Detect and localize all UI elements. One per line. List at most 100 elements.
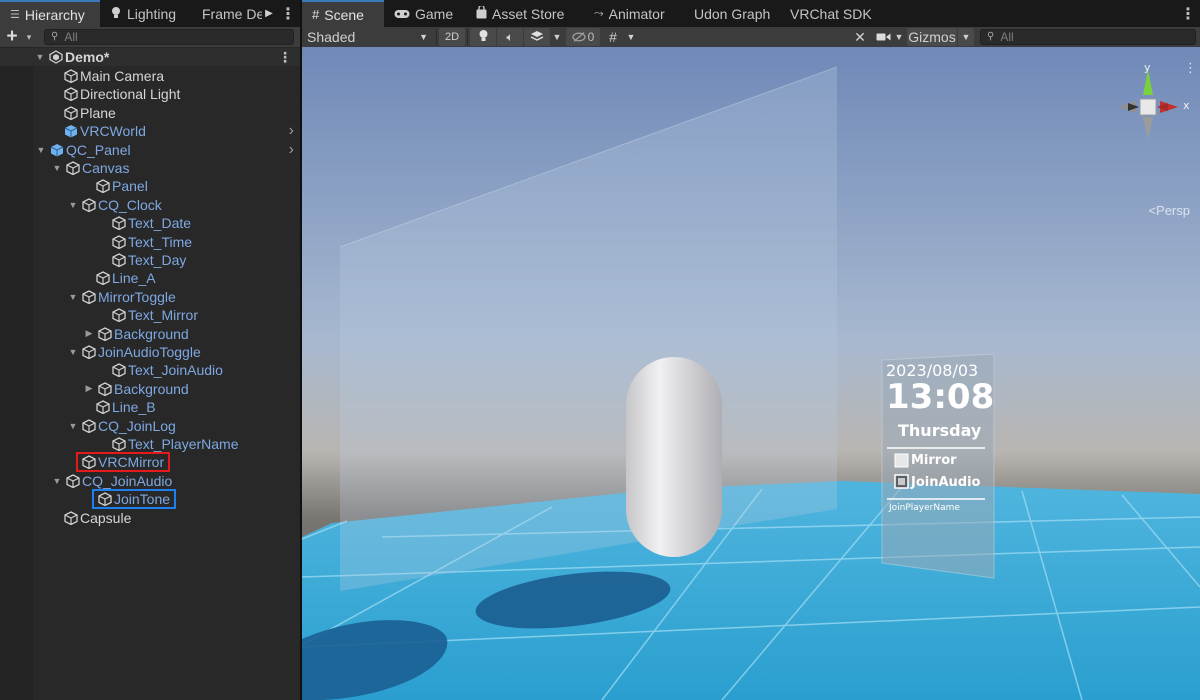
tab-lighting[interactable]: Lighting: [100, 0, 192, 27]
hierarchy-item-content: Canvas: [64, 160, 129, 176]
camera-settings-button[interactable]: [873, 28, 893, 46]
tab-scroll-right-icon[interactable]: ▶: [262, 0, 276, 27]
collapsed-arrow-icon[interactable]: ▶: [82, 328, 96, 339]
expand-arrow-icon[interactable]: ▼: [66, 200, 80, 210]
expand-arrow-icon[interactable]: ▼: [66, 421, 80, 431]
hierarchy-item-content: QC_Panel: [48, 142, 131, 158]
hierarchy-item-content: Text_Mirror: [110, 307, 198, 323]
hierarchy-item-label: Panel: [112, 178, 148, 195]
hierarchy-item-label: JoinTone: [114, 491, 171, 508]
toggle-2d-button[interactable]: 2D: [439, 28, 465, 46]
scene-search-input[interactable]: [1000, 30, 1195, 44]
hierarchy-item-text-day[interactable]: Text_Day: [0, 251, 300, 269]
camera-icon: [876, 30, 891, 45]
hierarchy-item-text-mirror[interactable]: Text_Mirror: [0, 306, 300, 324]
expand-arrow-icon[interactable]: ▼: [34, 145, 48, 155]
gameobject-cube-icon: [94, 270, 112, 286]
scene-effects-toggle[interactable]: [524, 28, 550, 46]
add-object-button[interactable]: +: [2, 27, 22, 46]
hierarchy-item-main-camera[interactable]: Main Camera: [0, 67, 300, 85]
scene-lighting-toggle[interactable]: [470, 28, 496, 46]
hierarchy-item-vrcworld[interactable]: VRCWorld ›: [0, 122, 300, 140]
gameobject-cube-icon: [110, 307, 128, 323]
camera-dropdown-icon[interactable]: ▼: [893, 28, 905, 46]
hierarchy-item-plane[interactable]: Plane: [0, 104, 300, 122]
tab-hierarchy[interactable]: ☰ Hierarchy: [0, 0, 100, 27]
open-prefab-chevron-icon[interactable]: ›: [289, 122, 294, 140]
scene-viewport[interactable]: 2023/08/03 13:08 Thursday Mirror JoinAud…: [302, 47, 1200, 700]
hierarchy-item-text-playername[interactable]: Text_PlayerName: [0, 435, 300, 453]
hierarchy-item-label: Directional Light: [80, 86, 181, 103]
hierarchy-item-panel[interactable]: Panel: [0, 177, 300, 195]
hierarchy-item-label: Text_JoinAudio: [128, 362, 223, 379]
hierarchy-item-mirrortoggle[interactable]: ▼ MirrorToggle: [0, 288, 300, 306]
hierarchy-item-cq-clock[interactable]: ▼ CQ_Clock: [0, 196, 300, 214]
tab-asset-store[interactable]: Asset Store: [466, 0, 584, 27]
hierarchy-item-vrcmirror[interactable]: VRCMirror: [0, 452, 300, 473]
draw-mode-dropdown[interactable]: Shaded ▼: [302, 28, 434, 46]
hierarchy-item-directional-light[interactable]: Directional Light: [0, 85, 300, 103]
hierarchy-item-label: Text_Time: [128, 233, 193, 250]
hierarchy-item-content: Background: [96, 326, 189, 342]
tab-scene[interactable]: # Scene: [302, 0, 384, 27]
tab-vrchat-sdk[interactable]: VRChat SDK: [780, 0, 884, 27]
hierarchy-item-line-b[interactable]: Line_B: [0, 398, 300, 416]
expand-arrow-icon[interactable]: ▼: [50, 476, 64, 486]
hierarchy-item-content: Capsule: [62, 510, 131, 526]
hierarchy-item-line-a[interactable]: Line_A: [0, 269, 300, 287]
hidden-objects-toggle[interactable]: 0: [566, 28, 600, 46]
gameobject-cube-icon: [110, 252, 128, 268]
hierarchy-item-canvas[interactable]: ▼ Canvas: [0, 159, 300, 177]
toolbar-separator: [436, 29, 437, 45]
grid-snap-toggle[interactable]: #: [602, 28, 624, 46]
toolbar-separator: [467, 29, 468, 45]
expand-arrow-icon[interactable]: ▼: [33, 52, 47, 62]
gizmos-dropdown-icon[interactable]: ▼: [958, 28, 974, 46]
scene-root-row[interactable]: ▼ Demo* ⋮: [0, 48, 300, 66]
collapsed-arrow-icon[interactable]: ▶: [82, 383, 96, 394]
hierarchy-item-capsule[interactable]: Capsule: [0, 509, 300, 527]
grid-dropdown-icon[interactable]: ▼: [624, 28, 638, 46]
tab-udon-graph[interactable]: Udon Graph: [684, 0, 780, 27]
hierarchy-item-qc-panel[interactable]: ▼ QC_Panel ›: [0, 141, 300, 159]
gameobject-cube-icon: [80, 454, 98, 470]
hierarchy-search-input[interactable]: [64, 30, 293, 44]
tab-game[interactable]: Game: [384, 0, 466, 27]
axis-gizmo-menu-icon[interactable]: ⋮: [1184, 61, 1197, 76]
gizmos-button[interactable]: Gizmos: [907, 28, 957, 46]
hierarchy-item-content: VRCWorld: [62, 123, 146, 139]
tab-animator[interactable]: ⤳ Animator: [584, 0, 684, 27]
hierarchy-item-background[interactable]: ▶ Background: [0, 380, 300, 398]
scene-search: ⚲: [980, 29, 1196, 45]
scene-toolbar: Shaded ▼ 2D 🔈︎ ▼ 0 # ▼ ✕ ▼ Gizmos ▼ ⚲ Al…: [302, 27, 1200, 47]
hierarchy-item-label: Main Camera: [80, 68, 165, 84]
expand-arrow-icon[interactable]: ▼: [50, 163, 64, 173]
expand-arrow-icon[interactable]: ▼: [66, 292, 80, 302]
hierarchy-item-cq-joinlog[interactable]: ▼ CQ_JoinLog: [0, 417, 300, 435]
hierarchy-item-text-time[interactable]: Text_Time: [0, 233, 300, 251]
scene-name: Demo*: [65, 49, 110, 65]
tools-button[interactable]: ✕: [847, 28, 873, 46]
hierarchy-item-cq-joinaudio[interactable]: ▼ CQ_JoinAudio: [0, 472, 300, 490]
hierarchy-item-background[interactable]: ▶ Background: [0, 325, 300, 343]
grid-icon: #: [609, 29, 617, 45]
hierarchy-item-label: CQ_JoinAudio: [82, 472, 173, 489]
board-playername: JoinPlayerName: [889, 503, 960, 513]
tab-frame-debugger[interactable]: Frame De: [192, 0, 262, 27]
hierarchy-item-text-joinaudio[interactable]: Text_JoinAudio: [0, 361, 300, 379]
hierarchy-item-content: Directional Light: [62, 86, 180, 102]
hierarchy-item-text-date[interactable]: Text_Date: [0, 214, 300, 232]
add-object-dropdown-icon[interactable]: ▾: [22, 32, 36, 43]
scene-menu-icon[interactable]: ⋮: [1176, 0, 1200, 27]
effects-dropdown-icon[interactable]: ▼: [550, 28, 564, 46]
scene-audio-toggle[interactable]: 🔈︎: [497, 28, 523, 46]
hierarchy-menu-icon[interactable]: ⋮: [276, 0, 300, 27]
scene-render: [302, 47, 1200, 700]
hierarchy-item-joinaudiotoggle[interactable]: ▼ JoinAudioToggle: [0, 343, 300, 361]
hierarchy-item-content: MirrorToggle: [80, 289, 176, 305]
scene-menu-icon[interactable]: ⋮: [278, 49, 292, 66]
projection-toggle[interactable]: <Persp: [1148, 203, 1190, 218]
open-prefab-chevron-icon[interactable]: ›: [289, 141, 294, 159]
hierarchy-item-jointone[interactable]: JoinTone: [0, 489, 300, 510]
expand-arrow-icon[interactable]: ▼: [66, 347, 80, 357]
